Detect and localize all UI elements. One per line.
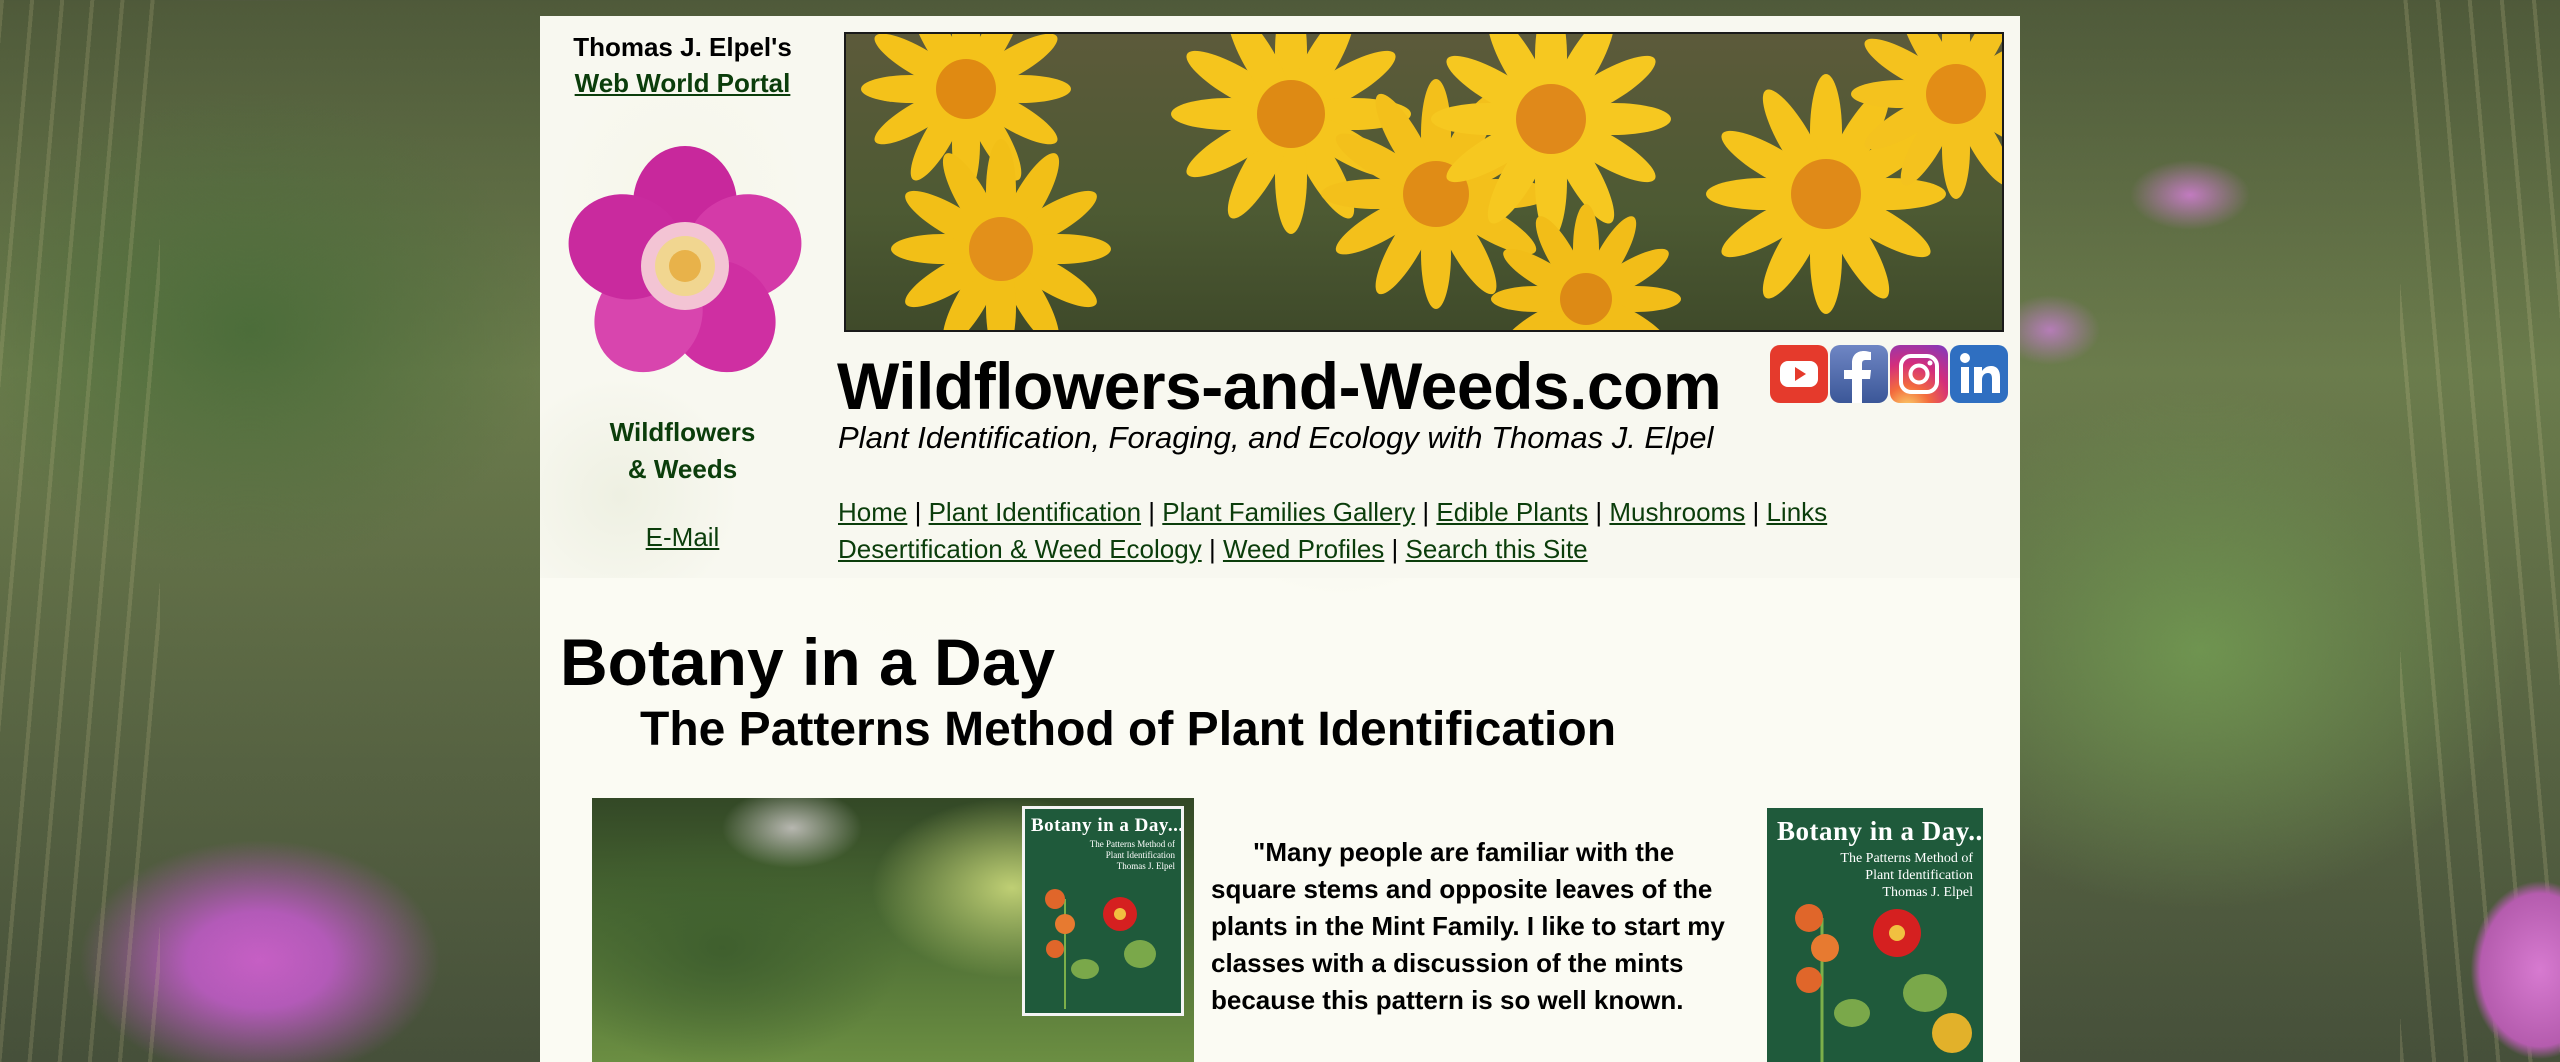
youtube-icon[interactable]: [1770, 345, 1828, 403]
nav-mushrooms[interactable]: Mushrooms: [1609, 497, 1745, 527]
email-link[interactable]: E-Mail: [540, 522, 825, 553]
instagram-icon[interactable]: [1890, 345, 1948, 403]
background-grass-left: [0, 0, 160, 1062]
page-container: Thomas J. Elpel's Web World Portal Wildf…: [540, 16, 2020, 1062]
wild-rose-logo[interactable]: [560, 141, 810, 391]
banner-flowers: [861, 34, 2002, 330]
book-cover-inset: Botany in a Day... The Patterns Method o…: [1022, 806, 1184, 1016]
web-world-portal-link[interactable]: Web World Portal: [540, 68, 825, 99]
nav-home[interactable]: Home: [838, 497, 907, 527]
nav-row-1: Home | Plant Identification | Plant Fami…: [838, 494, 1827, 531]
sunflower-banner-image: [844, 32, 2004, 332]
nav-desertification[interactable]: Desertification & Weed Ecology: [838, 534, 1202, 564]
nav-edible-plants[interactable]: Edible Plants: [1436, 497, 1588, 527]
nav-weed-profiles[interactable]: Weed Profiles: [1223, 534, 1384, 564]
portal-owner: Thomas J. Elpel's: [573, 32, 792, 62]
nav-separator: |: [1595, 497, 1603, 527]
nav-separator: |: [1752, 497, 1760, 527]
nav-search-site[interactable]: Search this Site: [1406, 534, 1588, 564]
site-brand: Wildflowers & Weeds: [540, 414, 825, 488]
book-cover-image[interactable]: Botany in a Day... The Patterns Method o…: [1767, 808, 1983, 1062]
nav-row-2: Desertification & Weed Ecology | Weed Pr…: [838, 531, 1827, 568]
page-subheading: The Patterns Method of Plant Identificat…: [640, 703, 1617, 756]
book-cover-art: [1045, 889, 1156, 1009]
facebook-icon[interactable]: [1830, 345, 1888, 403]
brand-line-1: Wildflowers: [609, 417, 756, 447]
nav-plant-families-gallery[interactable]: Plant Families Gallery: [1162, 497, 1415, 527]
nav-separator: |: [914, 497, 922, 527]
nav-separator: |: [1391, 534, 1399, 564]
site-title: Wildflowers-and-Weeds.com: [837, 349, 1722, 423]
brand-line-2: & Weeds: [627, 454, 738, 484]
mint-plant-photo: Botany in a Day... The Patterns Method o…: [592, 798, 1194, 1062]
book-cover-art: [1795, 904, 1972, 1062]
linkedin-icon[interactable]: [1950, 345, 2008, 403]
nav-separator: |: [1208, 534, 1216, 564]
page-heading: Botany in a Day: [560, 625, 1056, 699]
main-navigation: Home | Plant Identification | Plant Fami…: [838, 494, 1827, 568]
nav-separator: |: [1422, 497, 1430, 527]
site-tagline: Plant Identification, Foraging, and Ecol…: [838, 420, 1714, 455]
quote-text: "Many people are familiar with the squar…: [1211, 837, 1725, 1015]
nav-separator: |: [1148, 497, 1156, 527]
nav-plant-identification[interactable]: Plant Identification: [929, 497, 1141, 527]
nav-links[interactable]: Links: [1766, 497, 1827, 527]
